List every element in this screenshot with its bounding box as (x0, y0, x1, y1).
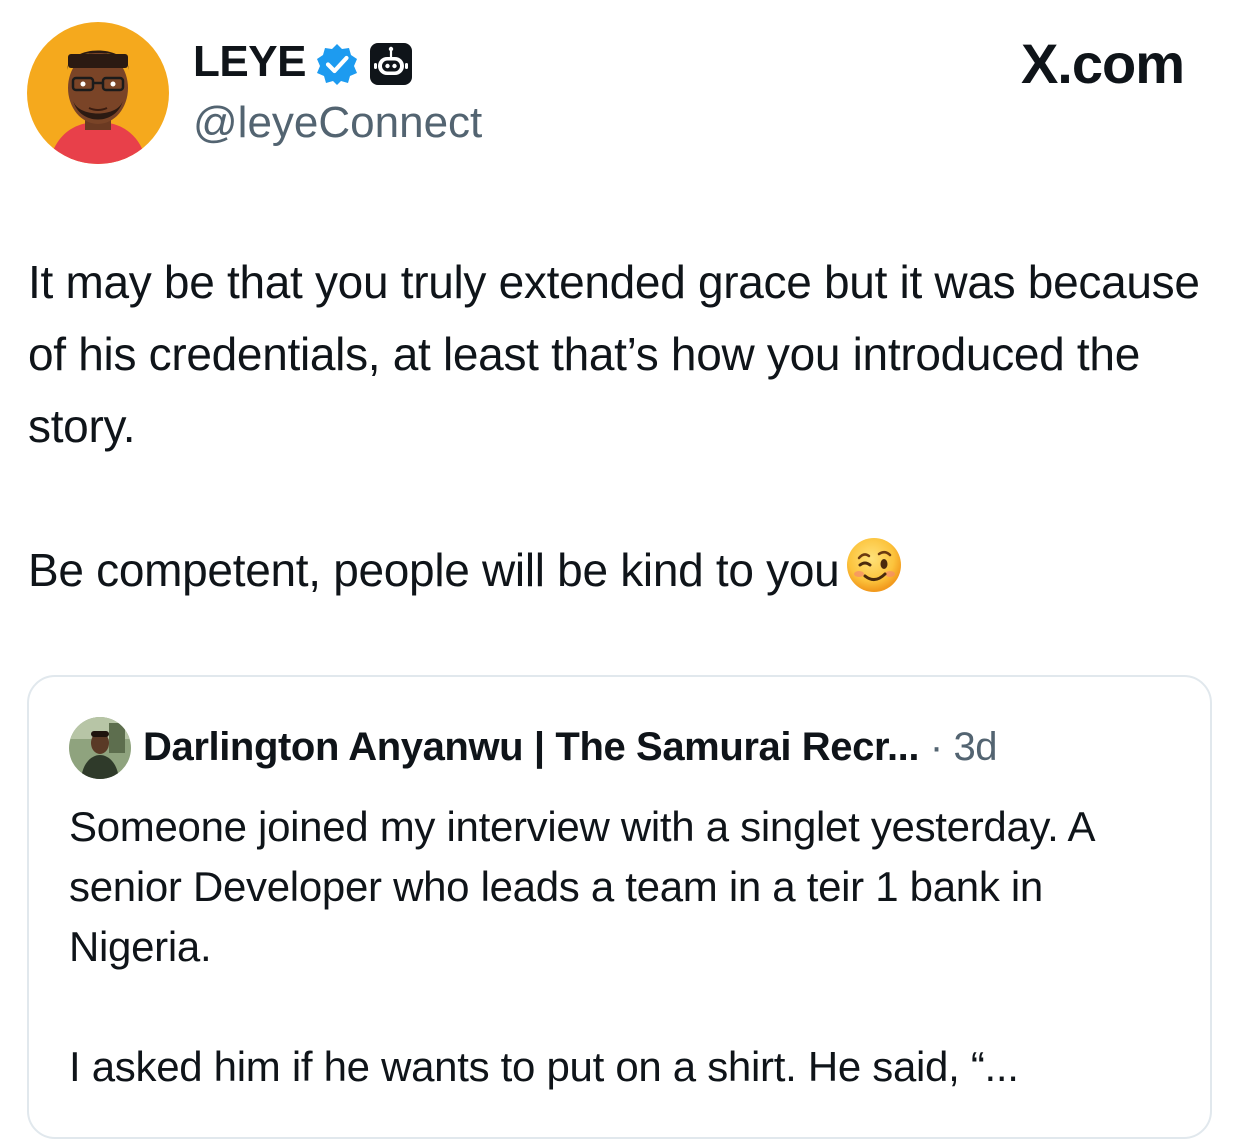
tweet-paragraph-text: Be competent, people will be kind to you (28, 544, 840, 596)
quoted-tweet-header: Darlington Anyanwu | The Samurai Recr...… (143, 721, 998, 773)
author-handle[interactable]: @leyeConnect (193, 96, 482, 150)
quoted-paragraph: I asked him if he wants to put on a shir… (69, 1043, 1019, 1090)
quoted-author-avatar[interactable] (69, 717, 131, 779)
robot-badge-icon (368, 41, 414, 87)
author-avatar[interactable] (27, 22, 169, 164)
header-separator: · (929, 725, 943, 769)
winking-face-emoji-icon (845, 536, 903, 594)
cartoon-avatar-icon (27, 22, 169, 164)
quoted-paragraph: Someone joined my interview with a singl… (69, 803, 1093, 970)
tweet-body: It may be that you truly extended grace … (28, 246, 1228, 606)
tweet-paragraph: Be competent, people will be kind to you (28, 534, 1228, 606)
author-display-name[interactable]: LEYE (193, 34, 306, 90)
tweet-paragraph: It may be that you truly extended grace … (28, 256, 1200, 452)
brand-logo-text: X.com (1020, 32, 1185, 95)
photo-avatar-icon (69, 717, 131, 779)
quoted-tweet-card[interactable]: Darlington Anyanwu | The Samurai Recr...… (27, 675, 1212, 1139)
quoted-tweet-body: Someone joined my interview with a singl… (69, 797, 1179, 1097)
verified-badge-icon (315, 42, 359, 86)
quoted-tweet-time[interactable]: 3d (953, 725, 997, 769)
quoted-author-name[interactable]: Darlington Anyanwu | The Samurai Recr... (143, 725, 919, 769)
